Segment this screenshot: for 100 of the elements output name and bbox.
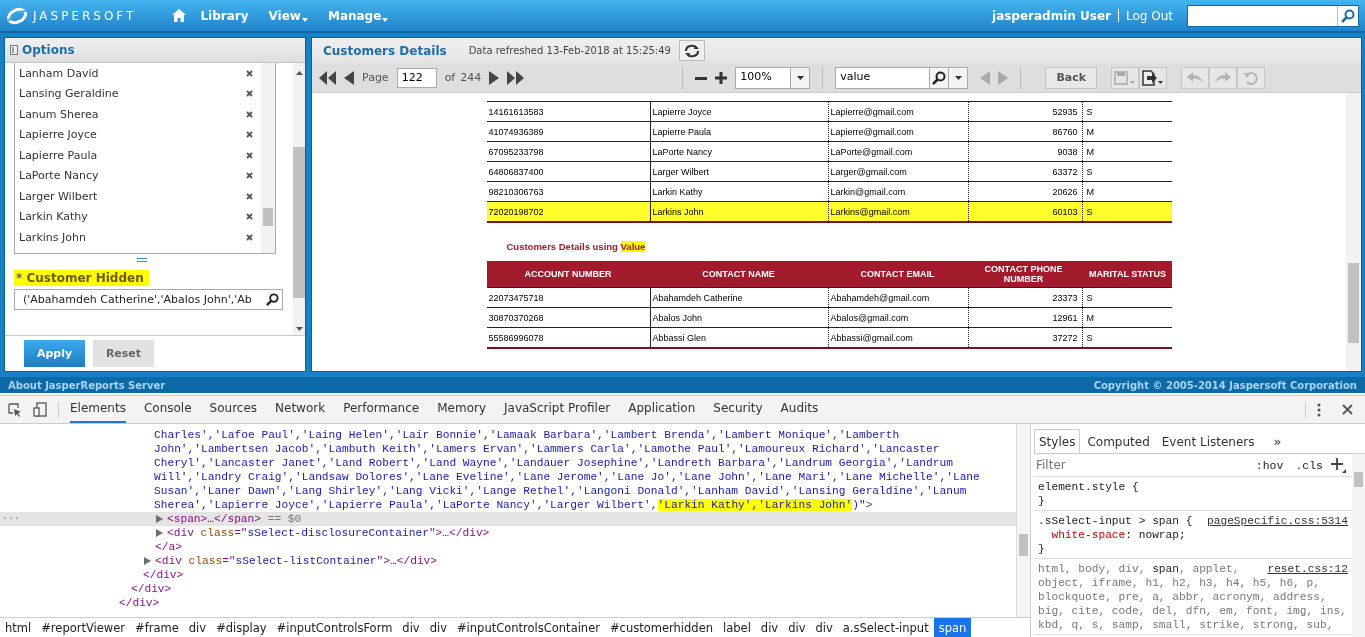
search-icon[interactable]	[266, 293, 279, 306]
scrollbar[interactable]	[261, 63, 275, 253]
dom-node-row[interactable]: Sherea','Lapierre Joyce','Lapierre Paula','LaPorte Nancy','Larger Wilbert','Larkin Kathy','Larkins John')">	[0, 498, 1016, 512]
remove-icon[interactable]	[246, 192, 253, 200]
dom-node-row[interactable]: Cheryl','Lancaster Janet','Land Robert','Land Wayne','Landauer Josephine','Landreth Barbara','Landrum Georgia','Landrum	[0, 456, 1016, 470]
source-link[interactable]: pageSpecific.css:5314	[1207, 514, 1348, 528]
devtools-tab[interactable]: Network	[275, 396, 326, 423]
table-cell-text: 64806837400	[487, 165, 545, 179]
dom-node-row[interactable]: Susan','Laner Dawn','Lang Shirley','Lang Vicki','Lange Rethel','Langoni Donald','Lanham David','Lansing Geraldine','Lanum	[0, 484, 1016, 498]
styles-pane-tab[interactable]: Event Listeners	[1156, 429, 1260, 453]
remove-icon[interactable]	[246, 151, 253, 159]
list-item[interactable]: LaPorte Nancy	[19, 165, 261, 186]
customer-input-field[interactable]: ('Abahamdeh Catherine','Abalos John','Ab	[14, 289, 283, 310]
breadcrumb-item[interactable]: div	[397, 618, 425, 637]
styles-pane-tab[interactable]: Computed	[1082, 429, 1155, 453]
refresh-button[interactable]	[678, 40, 705, 61]
dom-node-row[interactable]: Will','Landry Craig','Landsaw Dolores','Lane Eveline','Lane Jerome','Lane Jo','Lane John','Lane Mari','Lane Michelle','Lane	[0, 470, 1016, 484]
dom-node-row[interactable]: </div>	[0, 568, 1016, 582]
list-item[interactable]: Lapierre Paula	[19, 145, 261, 166]
first-page-icon[interactable]	[319, 70, 336, 85]
report-search-field[interactable]: value	[835, 66, 969, 89]
remove-icon[interactable]	[246, 213, 253, 221]
resize-handle-icon[interactable]	[137, 258, 147, 262]
reset-button[interactable]: Reset	[93, 340, 154, 367]
list-item[interactable]: Lanham David	[19, 63, 261, 84]
last-page-icon[interactable]	[507, 70, 525, 85]
export-button[interactable]	[1139, 66, 1168, 89]
breadcrumb-item[interactable]: #display	[211, 618, 272, 637]
add-rule-icon[interactable]	[1331, 457, 1346, 473]
source-link[interactable]: reset.css:12	[1267, 562, 1348, 576]
breadcrumb-item[interactable]: #inputControlsForm	[271, 618, 398, 637]
more-options-icon[interactable]	[1317, 402, 1321, 417]
scrollbar[interactable]	[1016, 424, 1030, 617]
home-icon[interactable]	[172, 9, 187, 22]
breadcrumb-item[interactable]: div	[183, 618, 212, 637]
remove-icon[interactable]	[246, 69, 253, 77]
remove-icon[interactable]	[246, 172, 253, 180]
devtools-tab[interactable]: Application	[628, 396, 696, 423]
dom-node-row[interactable]: </div>	[0, 582, 1016, 596]
breadcrumb-item[interactable]: div	[810, 618, 838, 637]
row-menu-marker[interactable]: ...	[2, 512, 20, 522]
scroll-down-arrow-icon[interactable]	[295, 327, 303, 331]
zoom-in-icon[interactable]	[715, 71, 728, 84]
remove-icon[interactable]	[246, 90, 253, 98]
breadcrumb-item[interactable]: label	[718, 618, 756, 637]
search-field[interactable]	[1187, 4, 1359, 27]
scrollbar[interactable]	[293, 63, 305, 335]
expand-triangle-icon[interactable]	[144, 557, 151, 565]
devtools-tab[interactable]: Console	[143, 396, 192, 423]
breadcrumb-item[interactable]: #reportViewer	[36, 618, 131, 637]
inspect-cursor-icon[interactable]	[8, 402, 22, 417]
breadcrumb-item[interactable]: #customerhidden	[604, 618, 718, 637]
remove-icon[interactable]	[246, 110, 253, 118]
page-number-field[interactable]: 122	[396, 67, 437, 88]
more-tabs-button[interactable]: »	[1267, 429, 1288, 453]
devtools-tab[interactable]: Elements	[70, 396, 126, 423]
list-item[interactable]: Lanum Sherea	[19, 104, 261, 125]
breadcrumb-item[interactable]: div	[755, 618, 784, 637]
breadcrumb-item[interactable]: html	[0, 618, 37, 637]
list-item[interactable]: Larger Wilbert	[19, 186, 261, 207]
breadcrumb-item[interactable]: div	[424, 618, 452, 637]
list-item[interactable]: Lansing Geraldine	[19, 83, 261, 104]
breadcrumb-item[interactable]: #inputControlsContainer	[452, 618, 605, 637]
dom-node-row[interactable]: Charles','Lafoe Paul','Laing Helen','Lair Bonnie','Lamaak Barbara','Lambert Brenda','Lambert Monique','Lamberth	[0, 428, 1016, 442]
about-link[interactable]: About JasperReports Server	[8, 379, 166, 391]
devtools-tab[interactable]: JavaScript Profiler	[504, 396, 611, 423]
dom-node-row[interactable]: </div>	[0, 596, 1016, 610]
breadcrumb-item[interactable]: div	[783, 618, 811, 637]
class-toggle[interactable]: .cls	[1291, 458, 1327, 472]
close-icon[interactable]	[1342, 404, 1353, 415]
breadcrumb-item[interactable]: span	[933, 618, 972, 637]
devtools-tab[interactable]: Performance	[343, 396, 420, 423]
breadcrumb-item[interactable]: a.sSelect-input	[837, 618, 934, 637]
collapse-panel-icon[interactable]	[10, 45, 18, 55]
remove-icon[interactable]	[246, 233, 253, 241]
list-item[interactable]: Lapierre Joyce	[19, 124, 261, 145]
scrollbar[interactable]	[1352, 454, 1365, 637]
device-toolbar-icon[interactable]	[33, 402, 47, 417]
list-item[interactable]: Larkin Kathy	[19, 206, 261, 227]
list-item[interactable]: Larkins John	[19, 227, 261, 248]
devtools-tab[interactable]: Memory	[437, 396, 486, 423]
devtools-tab[interactable]: Sources	[209, 396, 258, 423]
code-text: </div>	[131, 582, 172, 596]
dom-node-row[interactable]: <div class="sSelect-listContainer">…</div>	[0, 554, 1016, 568]
dom-node-row[interactable]: ... <span>…</span> == $0	[0, 512, 1016, 526]
dom-node-row[interactable]: <div class="sSelect-disclosureContainer">…</div>	[0, 526, 1016, 540]
hover-state-toggle[interactable]: :hov	[1251, 458, 1288, 472]
next-page-icon[interactable]	[489, 70, 500, 85]
dom-node-row[interactable]: </a>	[0, 540, 1016, 554]
zoom-select[interactable]: 100%	[735, 66, 811, 89]
devtools-tab[interactable]: Audits	[780, 396, 819, 423]
previous-page-icon[interactable]	[344, 70, 354, 85]
dom-node-row[interactable]: John','Lambertsen Jacob','Lambuth Keith','Lamers Ervan','Lammers Carla','Lamothe Paul','Lamoureux Richard','Lancaster	[0, 442, 1016, 456]
scrollbar[interactable]	[1346, 93, 1361, 371]
devtools-tab[interactable]: Security	[713, 396, 763, 423]
styles-pane-tab[interactable]: Styles	[1034, 429, 1081, 453]
back-button[interactable]: Back	[1045, 66, 1098, 89]
breadcrumb-item[interactable]: #frame	[130, 618, 184, 637]
remove-icon[interactable]	[246, 131, 253, 139]
scroll-up-arrow-icon[interactable]	[295, 71, 303, 75]
